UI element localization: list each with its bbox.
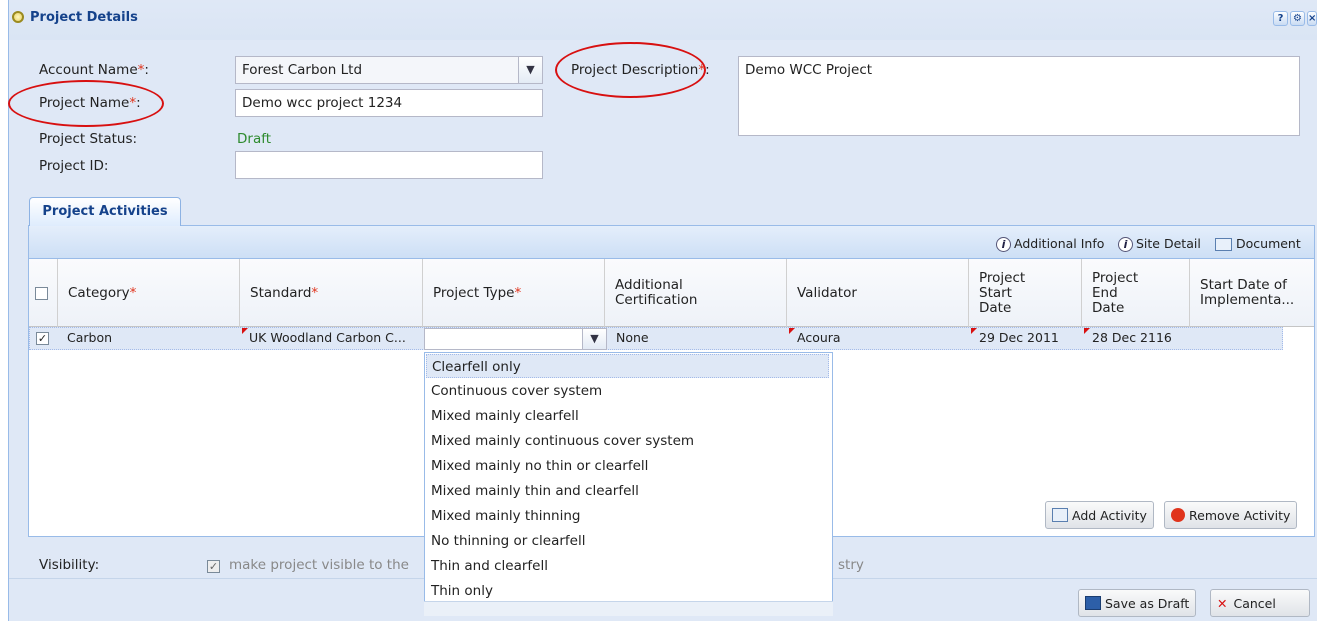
dropdown-option[interactable]: Mixed mainly continuous cover system — [426, 429, 829, 453]
visibility-text-right: stry — [838, 557, 864, 573]
add-icon — [1052, 508, 1068, 522]
window-border — [8, 0, 9, 621]
visibility-label: Visibility: — [39, 557, 100, 573]
column-header-additional-certification[interactable]: Additional Certification — [605, 259, 787, 327]
column-header-validator[interactable]: Validator — [787, 259, 969, 327]
gear-icon[interactable]: ⚙ — [1290, 11, 1305, 26]
project-id-field[interactable] — [235, 151, 543, 179]
dirty-flag-icon — [789, 328, 795, 334]
project-id-label: Project ID: — [39, 158, 109, 174]
cell-additional-certification[interactable]: None — [616, 330, 649, 345]
chevron-down-icon[interactable]: ▼ — [519, 56, 543, 84]
cell-start-date[interactable]: 29 Dec 2011 — [979, 330, 1059, 345]
dropdown-option[interactable]: Clearfell only — [426, 354, 829, 378]
dirty-flag-icon — [971, 328, 977, 334]
annotation-oval — [8, 80, 164, 127]
document-icon — [1215, 238, 1232, 251]
cell-standard[interactable]: UK Woodland Carbon C... — [249, 330, 406, 345]
dropdown-option[interactable]: Mixed mainly no thin or clearfell — [426, 454, 829, 478]
select-all-checkbox[interactable] — [35, 286, 48, 300]
chevron-down-icon[interactable]: ▼ — [583, 328, 607, 350]
project-description-textarea[interactable]: Demo WCC Project — [738, 56, 1300, 136]
tab-project-activities[interactable]: Project Activities — [29, 197, 181, 226]
select-all-header[interactable] — [29, 259, 58, 327]
dropdown-resize-bar[interactable] — [424, 601, 833, 616]
cell-category[interactable]: Carbon — [67, 330, 112, 345]
info-icon: i — [996, 237, 1011, 252]
account-name-label: Account Name*: — [39, 62, 149, 78]
project-type-combo[interactable] — [424, 328, 583, 350]
window-icon — [12, 11, 24, 23]
row-checkbox[interactable]: ✓ — [36, 332, 49, 345]
column-header-category[interactable]: Category * — [58, 259, 240, 327]
site-detail-button[interactable]: i Site Detail — [1118, 236, 1201, 252]
dropdown-option[interactable]: Thin only — [426, 579, 829, 603]
remove-icon — [1171, 508, 1185, 522]
column-header-implementation-date[interactable]: Start Date of Implementa... — [1190, 259, 1308, 327]
dirty-flag-icon — [242, 328, 248, 334]
cancel-icon: ✕ — [1217, 595, 1228, 611]
info-icon: i — [1118, 237, 1133, 252]
dirty-flag-icon — [1084, 328, 1090, 334]
column-header-project-type[interactable]: Project Type * — [423, 259, 605, 327]
save-as-draft-button[interactable]: Save as Draft — [1078, 589, 1197, 617]
cancel-button[interactable]: ✕ Cancel — [1210, 589, 1310, 617]
dropdown-option[interactable]: Mixed mainly thin and clearfell — [426, 479, 829, 503]
column-header-standard[interactable]: Standard * — [240, 259, 423, 327]
project-status-value: Draft — [237, 131, 272, 147]
cell-end-date[interactable]: 28 Dec 2116 — [1092, 330, 1172, 345]
dropdown-option[interactable]: Mixed mainly clearfell — [426, 404, 829, 428]
window-titlebar — [9, 0, 1317, 40]
window-title: Project Details — [30, 10, 138, 25]
additional-info-button[interactable]: i Additional Info — [996, 236, 1104, 252]
project-description-label: Project Description*: — [571, 62, 710, 78]
visibility-checkbox[interactable]: ✓ — [207, 560, 220, 573]
help-icon[interactable]: ? — [1273, 11, 1288, 26]
remove-activity-button[interactable]: Remove Activity — [1164, 501, 1298, 529]
account-name-combo[interactable]: Forest Carbon Ltd — [235, 56, 519, 84]
project-status-label: Project Status: — [39, 131, 138, 147]
column-header-start-date[interactable]: Project Start Date — [969, 259, 1082, 327]
dropdown-option[interactable]: Continuous cover system — [426, 379, 829, 403]
document-button[interactable]: Document — [1215, 236, 1301, 251]
visibility-text-left: make project visible to the — [229, 557, 409, 573]
close-icon[interactable]: × — [1307, 11, 1317, 26]
column-header-end-date[interactable]: Project End Date — [1082, 259, 1190, 327]
dropdown-option[interactable]: Thin and clearfell — [426, 554, 829, 578]
dropdown-option[interactable]: Mixed mainly thinning — [426, 504, 829, 528]
add-activity-button[interactable]: Add Activity — [1045, 501, 1154, 529]
dropdown-option[interactable]: No thinning or clearfell — [426, 529, 829, 553]
project-name-field[interactable]: Demo wcc project 1234 — [235, 89, 543, 117]
floppy-icon — [1085, 596, 1101, 610]
cell-validator[interactable]: Acoura — [797, 330, 841, 345]
